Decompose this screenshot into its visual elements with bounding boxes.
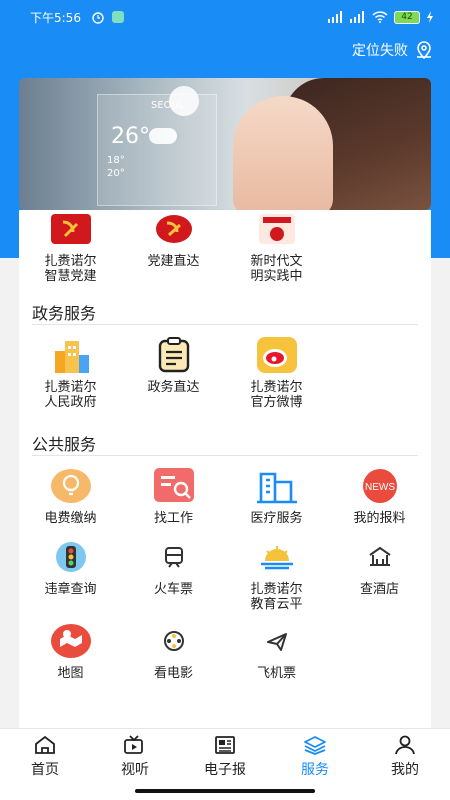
service-traffic-violation[interactable]: 违章查询 xyxy=(19,536,122,597)
party-emblem-icon xyxy=(153,208,195,250)
service-civilization-center[interactable]: 新时代文 明实践中 xyxy=(225,208,328,284)
public-row-1: 电费缴纳 找工作 医疗服务 NEWS 我的报料 xyxy=(19,465,431,545)
service-hotel[interactable]: 查酒店 xyxy=(328,536,431,597)
banner-temp-hi: 18° xyxy=(107,155,125,166)
home-indicator[interactable] xyxy=(135,789,315,793)
service-label: 扎赉诺尔 教育云平 xyxy=(250,582,303,612)
service-label: 党建直达 xyxy=(147,254,200,269)
nav-label: 服务 xyxy=(301,762,329,778)
party-emblem-icon xyxy=(50,208,92,250)
service-label: 违章查询 xyxy=(44,582,97,597)
service-my-report[interactable]: NEWS 我的报料 xyxy=(328,465,431,526)
signal-icon xyxy=(328,11,342,23)
service-label: 扎赉诺尔 智慧党建 xyxy=(44,254,97,284)
service-label: 地图 xyxy=(57,666,84,681)
service-education-cloud[interactable]: 扎赉诺尔 教育云平 xyxy=(225,536,328,612)
home-icon xyxy=(35,735,55,754)
service-label: 电费缴纳 xyxy=(44,511,97,526)
banner-temperature: 26° xyxy=(111,124,150,149)
service-label: 扎赉诺尔 人民政府 xyxy=(44,380,97,410)
user-icon xyxy=(395,735,415,755)
wifi-icon xyxy=(372,11,388,23)
svg-text:NEWS: NEWS xyxy=(365,482,395,493)
hospital-icon xyxy=(256,465,298,507)
location-pin-icon xyxy=(417,41,431,60)
government-building-icon xyxy=(50,334,92,376)
layers-icon xyxy=(304,736,326,755)
section-divider xyxy=(32,324,418,325)
service-find-job[interactable]: 找工作 xyxy=(122,465,225,526)
service-label: 政务直达 xyxy=(147,380,200,395)
nav-profile[interactable]: 我的 xyxy=(360,735,450,779)
service-zhalainuoer-party[interactable]: 扎赉诺尔 智慧党建 xyxy=(19,208,122,284)
nav-epaper[interactable]: 电子报 xyxy=(180,735,270,779)
service-official-weibo[interactable]: 扎赉诺尔 官方微博 xyxy=(225,334,328,410)
status-bar: 下午5:56 42 xyxy=(0,0,450,34)
charging-icon xyxy=(427,11,433,23)
nav-label: 视听 xyxy=(121,762,149,778)
service-map[interactable]: 地图 xyxy=(19,620,122,681)
battery-indicator: 42 xyxy=(394,10,420,24)
service-label: 我的报料 xyxy=(353,511,406,526)
clipboard-icon xyxy=(153,334,195,376)
civilization-badge-icon xyxy=(256,208,298,250)
nav-video[interactable]: 视听 xyxy=(90,735,180,779)
party-row: 扎赉诺尔 智慧党建 党建直达 新时代文 明实践中 xyxy=(19,208,431,288)
promo-banner[interactable]: SEOUL 26° 18° 20° xyxy=(19,78,431,210)
newspaper-icon xyxy=(215,736,235,754)
banner-forecast: 18° 20° xyxy=(107,154,125,180)
signal-hd-icon xyxy=(350,11,364,23)
hotel-icon xyxy=(359,536,401,578)
service-train-ticket[interactable]: 火车票 xyxy=(122,536,225,597)
service-label: 新时代文 明实践中 xyxy=(250,254,303,284)
public-row-3: 地图 看电影 飞机票 xyxy=(19,620,431,700)
weibo-icon xyxy=(256,334,298,376)
education-cloud-icon xyxy=(256,536,298,578)
film-reel-icon xyxy=(153,620,195,662)
nav-label: 首页 xyxy=(31,762,59,778)
nav-services[interactable]: 服务 xyxy=(270,735,360,779)
banner-city: SEOUL xyxy=(151,100,185,111)
map-icon xyxy=(50,620,92,662)
banner-temp-lo: 20° xyxy=(107,168,125,179)
service-label: 找工作 xyxy=(153,511,193,526)
public-row-2: 违章查询 火车票 扎赉诺尔 教育云平 查酒店 xyxy=(19,536,431,616)
status-time: 下午5:56 xyxy=(30,10,81,25)
airplane-icon xyxy=(256,620,298,662)
traffic-light-icon xyxy=(50,536,92,578)
nav-home[interactable]: 首页 xyxy=(0,735,90,779)
service-party-direct[interactable]: 党建直达 xyxy=(122,208,225,269)
service-people-government[interactable]: 扎赉诺尔 人民政府 xyxy=(19,334,122,410)
app-notification-icon xyxy=(111,11,124,23)
banner-portrait xyxy=(233,96,333,210)
public-section-title: 公共服务 xyxy=(32,435,97,454)
train-icon xyxy=(153,536,195,578)
service-label: 看电影 xyxy=(153,666,193,681)
service-movies[interactable]: 看电影 xyxy=(122,620,225,681)
service-medical[interactable]: 医疗服务 xyxy=(225,465,328,526)
service-flight-ticket[interactable]: 飞机票 xyxy=(225,620,328,681)
location-status[interactable]: 定位失败 xyxy=(352,40,434,60)
gov-section-title: 政务服务 xyxy=(32,304,97,323)
location-label: 定位失败 xyxy=(352,43,408,59)
nav-label: 电子报 xyxy=(204,762,246,778)
news-icon: NEWS xyxy=(359,465,401,507)
service-gov-direct[interactable]: 政务直达 xyxy=(122,334,225,395)
service-electricity-bill[interactable]: 电费缴纳 xyxy=(19,465,122,526)
video-icon xyxy=(124,735,143,754)
cloud-icon xyxy=(149,128,177,144)
alarm-icon xyxy=(92,12,104,24)
gov-row: 扎赉诺尔 人民政府 政务直达 扎赉诺尔 官方微博 xyxy=(19,334,431,414)
services-card: 扎赉诺尔 智慧党建 党建直达 新时代文 明实践中 政务服务 扎赉诺尔 人民政府 xyxy=(19,210,431,728)
service-label: 飞机票 xyxy=(256,666,296,681)
service-label: 医疗服务 xyxy=(250,511,303,526)
service-label: 火车票 xyxy=(153,582,193,597)
job-search-icon xyxy=(153,465,195,507)
service-label: 扎赉诺尔 官方微博 xyxy=(250,380,303,410)
nav-label: 我的 xyxy=(391,762,419,778)
service-label: 查酒店 xyxy=(359,582,399,597)
section-divider xyxy=(32,455,418,456)
lightbulb-icon xyxy=(50,465,92,507)
